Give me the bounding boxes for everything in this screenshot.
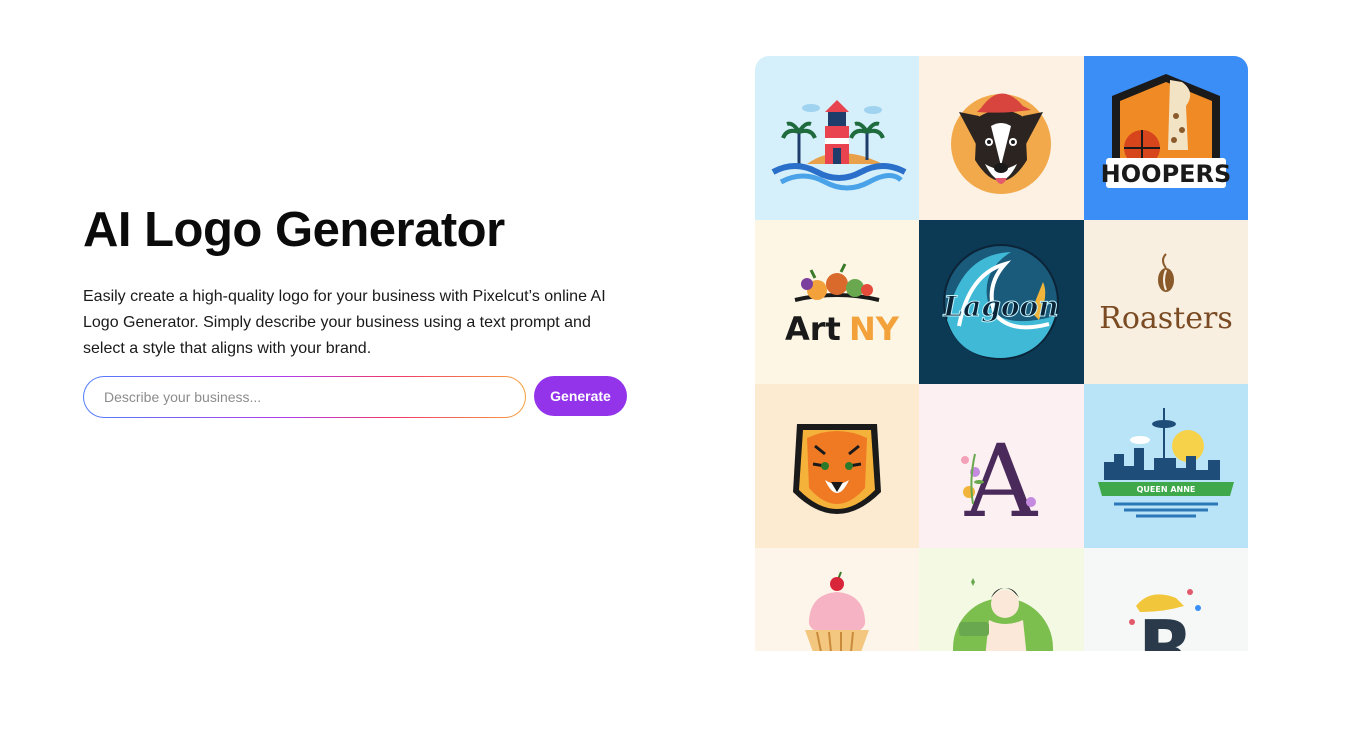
wave-surfboard-icon: Lagoon <box>942 244 1059 360</box>
prompt-form: Generate <box>83 376 628 418</box>
hoopers-text: HOOPERS <box>1101 160 1232 188</box>
logo-tile-roasters: Roasters <box>1084 220 1248 384</box>
logo-tile-woman <box>919 548 1084 651</box>
woman-with-soap-icon <box>953 578 1053 651</box>
cupcake-icon <box>805 571 869 651</box>
letter-r-icon: R <box>1129 589 1201 651</box>
logo-tile-queen-anne: QUEEN ANNE <box>1084 384 1248 548</box>
page-title: AI Logo Generator <box>83 203 505 257</box>
logo-tile-lagoon: Lagoon <box>919 220 1084 384</box>
artny-text-art: Art <box>785 310 841 348</box>
logo-tile-artny: Art NY <box>755 220 919 384</box>
floral-letter-icon: A <box>961 423 1039 540</box>
logo-tile-cupcake <box>755 548 919 651</box>
logo-tile-letter-r: R <box>1084 548 1248 651</box>
logo-tile-floral-a: A <box>919 384 1084 548</box>
logo-tile-tiger <box>755 384 919 548</box>
logo-tile-dog <box>919 56 1084 220</box>
tiger-head-icon <box>793 424 881 514</box>
giraffe-basketball-icon: HOOPERS <box>1101 74 1232 188</box>
lighthouse-island-icon <box>771 100 907 191</box>
business-input-wrapper <box>83 376 526 418</box>
page-description: Easily create a high-quality logo for yo… <box>83 288 606 357</box>
letter-r-text: R <box>1138 605 1193 651</box>
logo-tile-hoopers: HOOPERS <box>1084 56 1248 220</box>
lagoon-text: Lagoon <box>942 290 1058 323</box>
roasters-text: Roasters <box>1099 301 1232 336</box>
dog-icon <box>951 93 1051 194</box>
generate-button[interactable]: Generate <box>534 376 627 416</box>
artny-text-ny: NY <box>849 310 900 348</box>
coffee-bean-icon: Roasters <box>1099 253 1233 336</box>
city-skyline-icon: QUEEN ANNE <box>1098 408 1234 518</box>
hero-section: AI Logo Generator Easily create a high-q… <box>83 200 643 362</box>
business-description-input[interactable] <box>84 377 525 417</box>
logo-examples-gallery: HOOPERS Art NY Lagoon Roasters A QUEEN A… <box>755 56 1248 651</box>
logo-tile-lighthouse <box>755 56 919 220</box>
fruit-basket-icon: Art NY <box>785 263 900 348</box>
queen-anne-text: QUEEN ANNE <box>1137 485 1196 494</box>
